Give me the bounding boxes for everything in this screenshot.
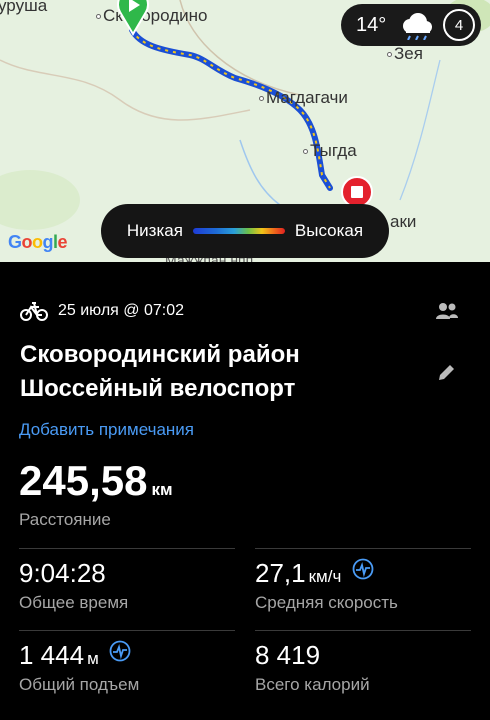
edit-pencil-icon[interactable] [437,362,457,382]
pulse-chart-icon[interactable] [352,558,374,580]
map-label-zeya: Зея [387,44,423,64]
elevation-stat[interactable]: 1 444 м Общий подъем [19,640,139,695]
total-time-stat: 9:04:28 Общее время [19,558,129,612]
activity-title: Сковородинский район Шоссейный велоспорт [20,341,300,402]
aqi-badge: 4 [443,9,475,41]
map-label-partial: аки [390,212,417,231]
weather-widget[interactable]: 14° 4 [341,4,481,46]
add-notes-link[interactable]: Добавить примечания [19,420,194,440]
start-marker-icon [117,0,149,36]
legend-gradient-bar [192,228,285,234]
divider [19,548,235,549]
bicycle-icon [20,302,48,321]
calories-stat: 8 419 Всего калорий [255,640,370,694]
weather-temp: 14° [356,13,387,36]
route-map[interactable]: урушa Сковородино Зея Магдагачи Тыгда ак… [0,0,490,262]
activity-date: 25 июля @ 07:02 [58,302,184,319]
map-label-tygda: Тыгда [303,141,357,161]
legend-low-label: Низкая [126,221,183,240]
divider [255,548,471,549]
speed-legend: Низкая Высокая [101,204,389,258]
group-icon[interactable] [436,302,458,320]
distance-label: Расстояние [19,510,111,529]
google-logo: Google [8,232,68,252]
map-label-urusha: урушa [0,0,48,15]
avg-speed-stat[interactable]: 27,1 км/ч Средняя скорость [255,558,398,613]
pulse-chart-icon[interactable] [109,640,131,662]
divider [19,630,235,631]
rain-cloud-icon [403,13,433,40]
map-label-magdagachi: Магдагачи [259,88,348,108]
divider [255,630,471,631]
legend-high-label: Высокая [294,221,364,240]
activity-meta: 25 июля @ 07:02 [20,300,184,322]
distance-value: 245,58 км [19,457,173,504]
